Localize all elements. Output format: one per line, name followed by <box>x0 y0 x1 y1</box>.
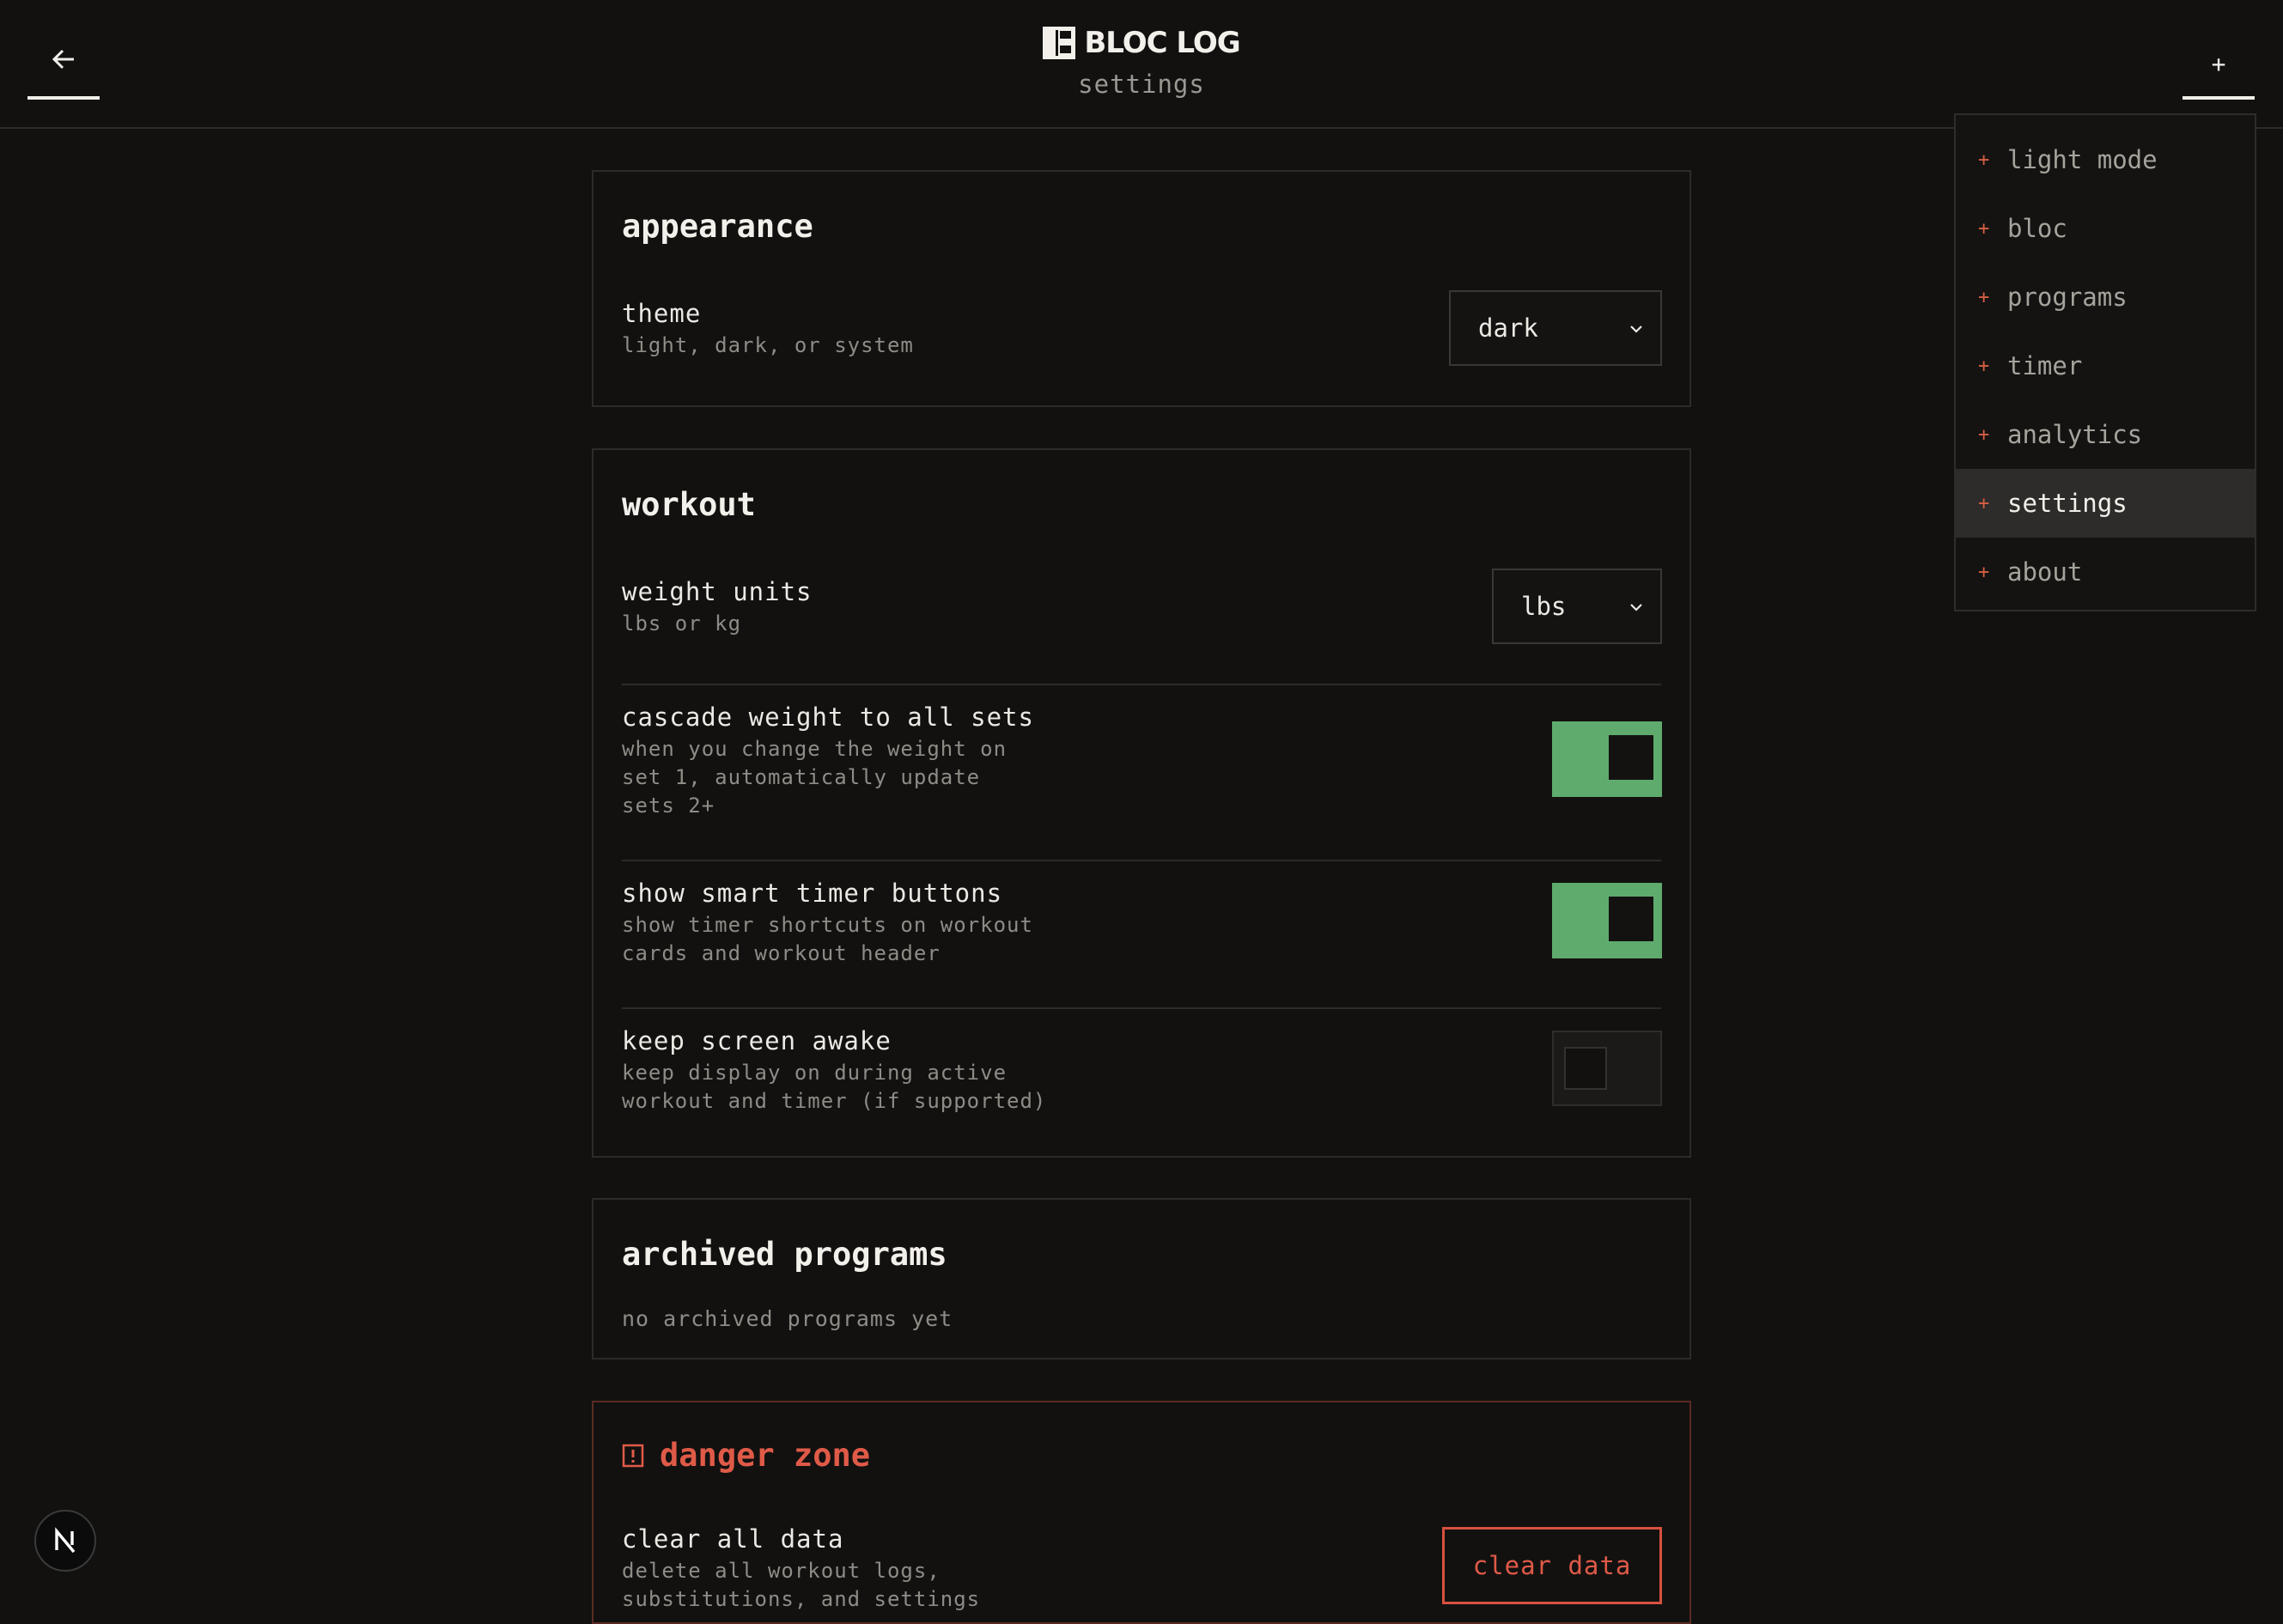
weight-units-select-value: lbs <box>1521 592 1567 621</box>
divider <box>622 684 1661 685</box>
cascade-label: cascade weight to all sets <box>622 703 1034 732</box>
toggle-knob <box>1564 1047 1607 1090</box>
divider <box>622 860 1661 861</box>
plus-icon: + <box>1978 423 1990 446</box>
menu-button[interactable]: + <box>2183 38 2255 100</box>
next-dev-badge[interactable] <box>34 1510 96 1572</box>
plus-icon: + <box>1978 217 1990 240</box>
toggle-knob <box>1609 897 1653 941</box>
plus-icon: + <box>1978 561 1990 583</box>
keep-awake-label: keep screen awake <box>622 1026 892 1055</box>
plus-icon: + <box>1978 492 1990 514</box>
weight-units-label: weight units <box>622 577 813 606</box>
divider <box>622 1007 1661 1009</box>
nav-item-label: programs <box>2007 283 2128 312</box>
keep-awake-description: keep display on during active workout an… <box>622 1061 1047 1113</box>
brand-row: BLOC LOG <box>1043 26 1241 60</box>
brand: BLOC LOG settings <box>0 26 2283 99</box>
theme-description: light, dark, or system <box>622 333 914 357</box>
weight-units-description: lbs or kg <box>622 611 742 636</box>
nav-item-label: about <box>2007 557 2083 587</box>
nav-item-about[interactable]: + about <box>1956 538 2255 606</box>
bloc-logo-icon <box>1043 27 1076 59</box>
theme-select-value: dark <box>1478 313 1538 343</box>
brand-name: BLOC LOG <box>1084 26 1240 60</box>
plus-icon: + <box>1978 286 1990 308</box>
weight-units-select[interactable]: lbs <box>1492 569 1662 644</box>
theme-select[interactable]: dark <box>1449 290 1662 366</box>
workout-title: workout <box>622 486 756 523</box>
nav-item-settings[interactable]: + settings <box>1956 469 2255 538</box>
page-subtitle: settings <box>1078 70 1205 99</box>
archived-programs-card: archived programs no archived programs y… <box>592 1198 1691 1359</box>
smart-timer-toggle[interactable] <box>1552 883 1662 958</box>
clear-all-data-label: clear all data <box>622 1524 844 1554</box>
nav-item-label: analytics <box>2007 420 2143 449</box>
keep-awake-toggle[interactable] <box>1552 1031 1662 1106</box>
appearance-title: appearance <box>622 208 813 245</box>
chevron-down-icon <box>1630 325 1642 333</box>
next-n-icon <box>55 1527 76 1554</box>
cascade-toggle[interactable] <box>1552 721 1662 797</box>
nav-item-label: light mode <box>2007 145 2158 174</box>
theme-label: theme <box>622 299 702 328</box>
archived-programs-title: archived programs <box>622 1236 947 1273</box>
danger-zone-title: danger zone <box>660 1437 871 1474</box>
cascade-description: when you change the weight on set 1, aut… <box>622 737 1008 818</box>
nav-item-label: timer <box>2007 351 2083 380</box>
chevron-down-icon <box>1630 604 1642 611</box>
appearance-card: appearance theme light, dark, or system … <box>592 170 1691 407</box>
smart-timer-description: show timer shortcuts on workout cards an… <box>622 913 1033 965</box>
smart-timer-label: show smart timer buttons <box>622 879 1003 908</box>
nav-item-programs[interactable]: + programs <box>1956 263 2255 331</box>
nav-item-analytics[interactable]: + analytics <box>1956 400 2255 469</box>
nav-item-timer[interactable]: + timer <box>1956 331 2255 400</box>
danger-zone-heading: danger zone <box>622 1437 870 1474</box>
archived-empty-text: no archived programs yet <box>622 1306 953 1331</box>
danger-zone-card: danger zone clear all data delete all wo… <box>592 1401 1691 1624</box>
plus-icon: + <box>1978 355 1990 377</box>
nav-item-light-mode[interactable]: + light mode <box>1956 125 2255 194</box>
nav-item-label: settings <box>2007 489 2128 518</box>
toggle-knob <box>1609 735 1653 780</box>
plus-icon: + <box>1978 149 1990 171</box>
nav-item-bloc[interactable]: + bloc <box>1956 194 2255 263</box>
clear-data-button[interactable]: clear data <box>1442 1527 1662 1604</box>
nav-menu: + light mode + bloc + programs + timer +… <box>1954 113 2256 611</box>
workout-card: workout weight units lbs or kg lbs casca… <box>592 448 1691 1158</box>
clear-all-data-description: delete all workout logs, substitutions, … <box>622 1559 981 1611</box>
top-bar: BLOC LOG settings + <box>0 0 2283 129</box>
nav-item-label: bloc <box>2007 214 2067 243</box>
alert-square-icon <box>622 1444 644 1467</box>
